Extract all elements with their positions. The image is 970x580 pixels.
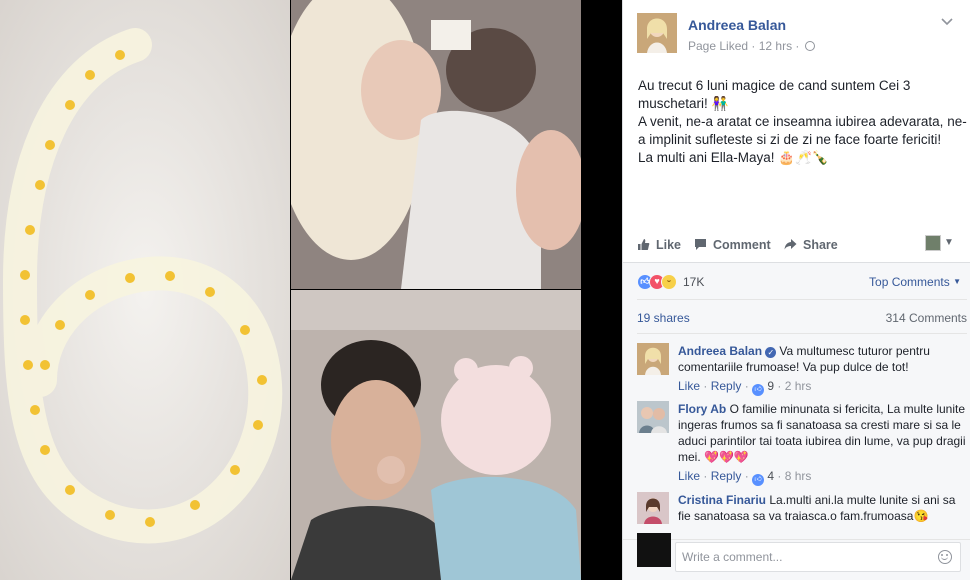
post-meta: Page Liked · 12 hrs · — [688, 39, 815, 53]
liked-status[interactable]: Page Liked — [688, 39, 748, 53]
profile-thumb — [925, 235, 941, 251]
share-icon — [784, 239, 797, 250]
photo-collage[interactable] — [0, 0, 622, 580]
divider — [637, 299, 967, 300]
post-line-1: Au trecut 6 luni magice de cand suntem C… — [638, 78, 911, 111]
comment-author[interactable]: Flory Ab — [678, 402, 726, 416]
thumbs-up-icon — [638, 239, 650, 250]
chevron-down-icon[interactable] — [941, 15, 953, 29]
photo-mother-and-baby[interactable] — [291, 0, 581, 289]
comment-like-count[interactable]: 4 — [767, 469, 774, 483]
comment-reply-link[interactable]: Reply — [711, 469, 742, 483]
my-avatar — [637, 533, 671, 567]
comments-count[interactable]: 314 Comments — [886, 311, 967, 325]
comment-meta: Like · Reply · 👍︎ 9 · 2 hrs — [678, 378, 968, 396]
comment-time[interactable]: 8 hrs — [785, 469, 812, 483]
commenter-avatar[interactable] — [637, 401, 669, 433]
caret-down-icon: ▼ — [953, 277, 961, 286]
comment-reply-link[interactable]: Reply — [711, 379, 742, 393]
reaction-count[interactable]: 17K — [683, 275, 704, 289]
page-avatar[interactable] — [637, 13, 677, 53]
post-actions: Like Comment Share ▼ — [637, 230, 967, 260]
photo-father-and-baby[interactable] — [291, 290, 581, 580]
reactions-row: 👍︎ ♥ ᵕ 17K Top Comments ▼ — [637, 272, 967, 294]
comment-body: Cristina Finariu La.multi ani.la multe l… — [678, 492, 968, 524]
divider — [637, 333, 967, 334]
globe-icon — [804, 41, 815, 51]
photo-flower-six[interactable] — [0, 0, 290, 580]
post-as-selector[interactable]: ▼ — [925, 235, 955, 253]
verified-badge-icon: ✓ — [765, 347, 777, 358]
comment-input[interactable] — [682, 548, 922, 566]
emoji-icon[interactable] — [938, 550, 952, 564]
post-time[interactable]: 12 hrs — [759, 39, 792, 53]
comment-author[interactable]: Cristina Finariu — [678, 493, 766, 507]
haha-reaction-icon[interactable]: ᵕ — [661, 274, 677, 290]
post-line-3: La multi ani Ella-Maya! 🎂🥂🍾 — [638, 150, 829, 165]
commenter-avatar[interactable] — [637, 492, 669, 524]
comment-icon — [695, 239, 706, 250]
comment-author[interactable]: Andreea Balan — [678, 344, 762, 358]
comment-time[interactable]: 2 hrs — [785, 379, 812, 393]
top-comments-label: Top Comments — [869, 275, 950, 289]
like-count-icon: 👍︎ — [752, 384, 765, 396]
comment-like-count[interactable]: 9 — [767, 379, 774, 393]
meta-separator-2: · — [792, 39, 803, 53]
share-label: Share — [803, 238, 838, 252]
comment-body: Andreea Balan ✓ Va multumesc tuturor pent… — [678, 343, 968, 396]
top-comments-dropdown[interactable]: Top Comments ▼ — [869, 275, 961, 289]
caret-down-icon: ▼ — [944, 237, 954, 248]
post-text: Au trecut 6 luni magice de cand suntem C… — [638, 77, 968, 167]
like-label: Like — [656, 238, 682, 252]
comment-body: Flory Ab O familie minunata si fericita,… — [678, 401, 968, 486]
comment-composer[interactable] — [675, 542, 961, 572]
post-panel: Andreea Balan Page Liked · 12 hrs · Au t… — [622, 0, 970, 580]
shares-link[interactable]: 19 shares — [637, 311, 690, 325]
post-header: Andreea Balan Page Liked · 12 hrs · — [637, 13, 967, 57]
comment-label: Comment — [713, 238, 771, 252]
comment-meta: Like · Reply · 👍︎ 4 · 8 hrs — [678, 468, 968, 486]
post-line-2: A venit, ne-a aratat ce inseamna iubirea… — [638, 114, 967, 147]
feedback-section: 👍︎ ♥ ᵕ 17K Top Comments ▼ 19 shares 314 … — [623, 262, 970, 580]
page-name[interactable]: Andreea Balan — [688, 17, 786, 33]
meta-separator: · — [748, 39, 759, 53]
like-count-icon: 👍︎ — [752, 474, 765, 486]
share-button[interactable]: Share — [784, 238, 838, 252]
commenter-avatar[interactable] — [637, 343, 669, 375]
shares-row: 19 shares 314 Comments — [637, 311, 967, 327]
comment-button[interactable]: Comment — [694, 238, 771, 252]
like-button[interactable]: Like — [637, 238, 681, 252]
comment-like-link[interactable]: Like — [678, 469, 700, 483]
comment-like-link[interactable]: Like — [678, 379, 700, 393]
